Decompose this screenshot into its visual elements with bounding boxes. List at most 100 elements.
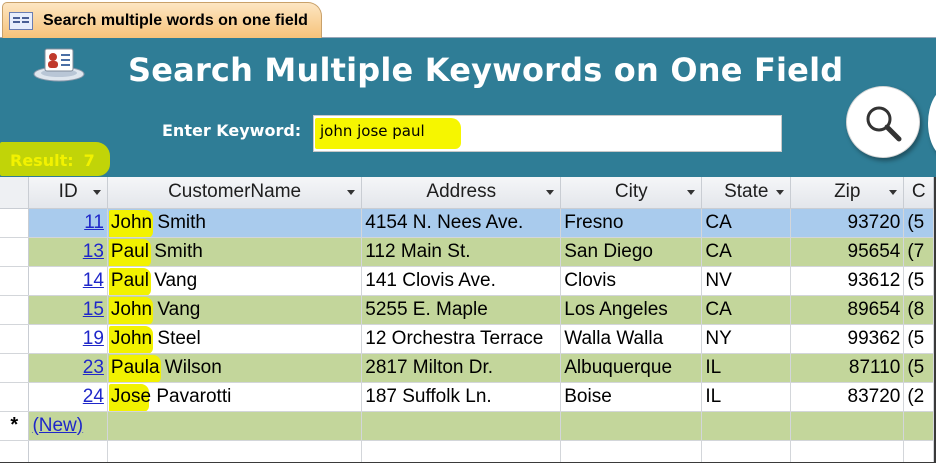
table-row[interactable]: 15 John Vang 5255 E. Maple Los Angeles CA 896…	[0, 295, 934, 325]
column-header-c[interactable]: C	[903, 177, 934, 209]
cell-state[interactable]: IL	[701, 353, 792, 383]
results-table: ID CustomerName Address City State Zip C…	[0, 177, 934, 462]
row-selector[interactable]	[0, 324, 30, 354]
cell-empty[interactable]	[560, 411, 703, 441]
document-tab[interactable]: Search multiple words on one field	[2, 2, 322, 38]
cell-c[interactable]: (5	[903, 208, 934, 238]
cell-empty[interactable]	[790, 411, 905, 441]
row-selector[interactable]	[0, 237, 30, 267]
cell-address[interactable]: 12 Orchestra Terrace	[361, 324, 562, 354]
cell-id[interactable]: 14	[28, 266, 108, 296]
cell-c[interactable]: (7	[903, 237, 934, 267]
cell-state[interactable]: CA	[701, 295, 792, 325]
search-button[interactable]	[846, 86, 920, 158]
cell-customername[interactable]: Paul Smith	[107, 237, 363, 267]
id-link[interactable]: 15	[83, 299, 104, 320]
cell-city[interactable]: Los Angeles	[560, 295, 703, 325]
dropdown-arrow-icon[interactable]	[92, 190, 101, 195]
id-link[interactable]: 13	[83, 241, 104, 262]
column-header-customername[interactable]: CustomerName	[107, 177, 363, 209]
cell-city[interactable]: Clovis	[560, 266, 703, 296]
cell-empty[interactable]	[361, 411, 562, 441]
cell-empty[interactable]	[903, 411, 934, 441]
column-header-state[interactable]: State	[701, 177, 792, 209]
cell-customername[interactable]: John Smith	[107, 208, 363, 238]
cell-customername[interactable]: Jose Pavarotti	[107, 382, 363, 412]
cell-empty	[790, 440, 905, 462]
cell-c[interactable]: (2	[903, 382, 934, 412]
cell-zip[interactable]: 93720	[790, 208, 905, 238]
cell-address[interactable]: 187 Suffolk Ln.	[361, 382, 562, 412]
cell-state[interactable]: CA	[701, 237, 792, 267]
cell-empty[interactable]	[107, 411, 363, 441]
dropdown-arrow-icon[interactable]	[546, 190, 555, 195]
table-row[interactable]: 13 Paul Smith 112 Main St. San Diego CA 95654…	[0, 237, 934, 267]
column-header-c-label: C	[911, 181, 926, 203]
cell-customername[interactable]: John Steel	[107, 324, 363, 354]
cell-address[interactable]: 5255 E. Maple	[361, 295, 562, 325]
id-link[interactable]: 24	[83, 386, 104, 407]
cell-customername[interactable]: John Vang	[107, 295, 363, 325]
id-link[interactable]: 23	[83, 357, 104, 378]
cell-empty[interactable]	[701, 411, 792, 441]
cell-c[interactable]: (5	[903, 266, 934, 296]
cell-address[interactable]: 112 Main St.	[361, 237, 562, 267]
cell-zip[interactable]: 93612	[790, 266, 905, 296]
cell-city[interactable]: Fresno	[560, 208, 703, 238]
cell-id[interactable]: 23	[28, 353, 108, 383]
row-selector[interactable]	[0, 353, 30, 383]
cell-address[interactable]: 4154 N. Nees Ave.	[361, 208, 562, 238]
table-row[interactable]: 11 John Smith 4154 N. Nees Ave. Fresno CA 937…	[0, 208, 934, 238]
table-row[interactable]: 19 John Steel 12 Orchestra Terrace Walla Wa…	[0, 324, 934, 354]
cell-customername[interactable]: Paul Vang	[107, 266, 363, 296]
cell-zip[interactable]: 95654	[790, 237, 905, 267]
cell-city[interactable]: Albuquerque	[560, 353, 703, 383]
cell-address[interactable]: 2817 Milton Dr.	[361, 353, 562, 383]
table-row[interactable]: 24 Jose Pavarotti 187 Suffolk Ln. Boise IL 83…	[0, 382, 934, 412]
cell-zip[interactable]: 87110	[790, 353, 905, 383]
dropdown-arrow-icon[interactable]	[776, 190, 785, 195]
id-link[interactable]: 14	[83, 270, 104, 291]
column-header-city[interactable]: City	[560, 177, 703, 209]
cell-id[interactable]: 15	[28, 295, 108, 325]
cell-c[interactable]: (5	[903, 353, 934, 383]
cell-id[interactable]: 11	[28, 208, 108, 238]
cell-c[interactable]: (8	[903, 295, 934, 325]
cell-zip[interactable]: 99362	[790, 324, 905, 354]
id-link[interactable]: 11	[84, 212, 104, 233]
row-selector[interactable]	[0, 208, 30, 238]
dropdown-arrow-icon[interactable]	[889, 190, 898, 195]
cell-city[interactable]: Walla Walla	[560, 324, 703, 354]
cell-zip[interactable]: 89654	[790, 295, 905, 325]
secondary-round-button[interactable]	[928, 88, 936, 158]
row-selector[interactable]	[0, 382, 30, 412]
dropdown-arrow-icon[interactable]	[687, 190, 696, 195]
new-record-row[interactable]: * (New)	[0, 411, 934, 441]
column-header-id[interactable]: ID	[28, 177, 108, 209]
cell-id[interactable]: 19	[28, 324, 108, 354]
cell-address[interactable]: 141 Clovis Ave.	[361, 266, 562, 296]
cell-state[interactable]: CA	[701, 208, 792, 238]
row-selector[interactable]	[0, 266, 30, 296]
cell-new[interactable]: (New)	[28, 411, 108, 441]
table-row[interactable]: 14 Paul Vang 141 Clovis Ave. Clovis NV 93612(…	[0, 266, 934, 296]
cell-c[interactable]: (5	[903, 324, 934, 354]
table-row[interactable]: 23 Paula Wilson 2817 Milton Dr. Albuquerque…	[0, 353, 934, 383]
keyword-input[interactable]: john jose paul	[313, 115, 782, 152]
cell-state[interactable]: NY	[701, 324, 792, 354]
cell-id[interactable]: 24	[28, 382, 108, 412]
cell-zip[interactable]: 83720	[790, 382, 905, 412]
row-selector[interactable]	[0, 295, 30, 325]
id-link[interactable]: 19	[83, 328, 104, 349]
cell-id[interactable]: 13	[28, 237, 108, 267]
column-header-zip[interactable]: Zip	[790, 177, 905, 209]
cell-state[interactable]: IL	[701, 382, 792, 412]
column-header-address[interactable]: Address	[361, 177, 562, 209]
dropdown-arrow-icon[interactable]	[347, 190, 356, 195]
cell-customername[interactable]: Paula Wilson	[107, 353, 363, 383]
new-record-link[interactable]: (New)	[32, 415, 83, 436]
select-all-corner[interactable]	[0, 177, 30, 209]
cell-city[interactable]: San Diego	[560, 237, 703, 267]
cell-state[interactable]: NV	[701, 266, 792, 296]
cell-city[interactable]: Boise	[560, 382, 703, 412]
